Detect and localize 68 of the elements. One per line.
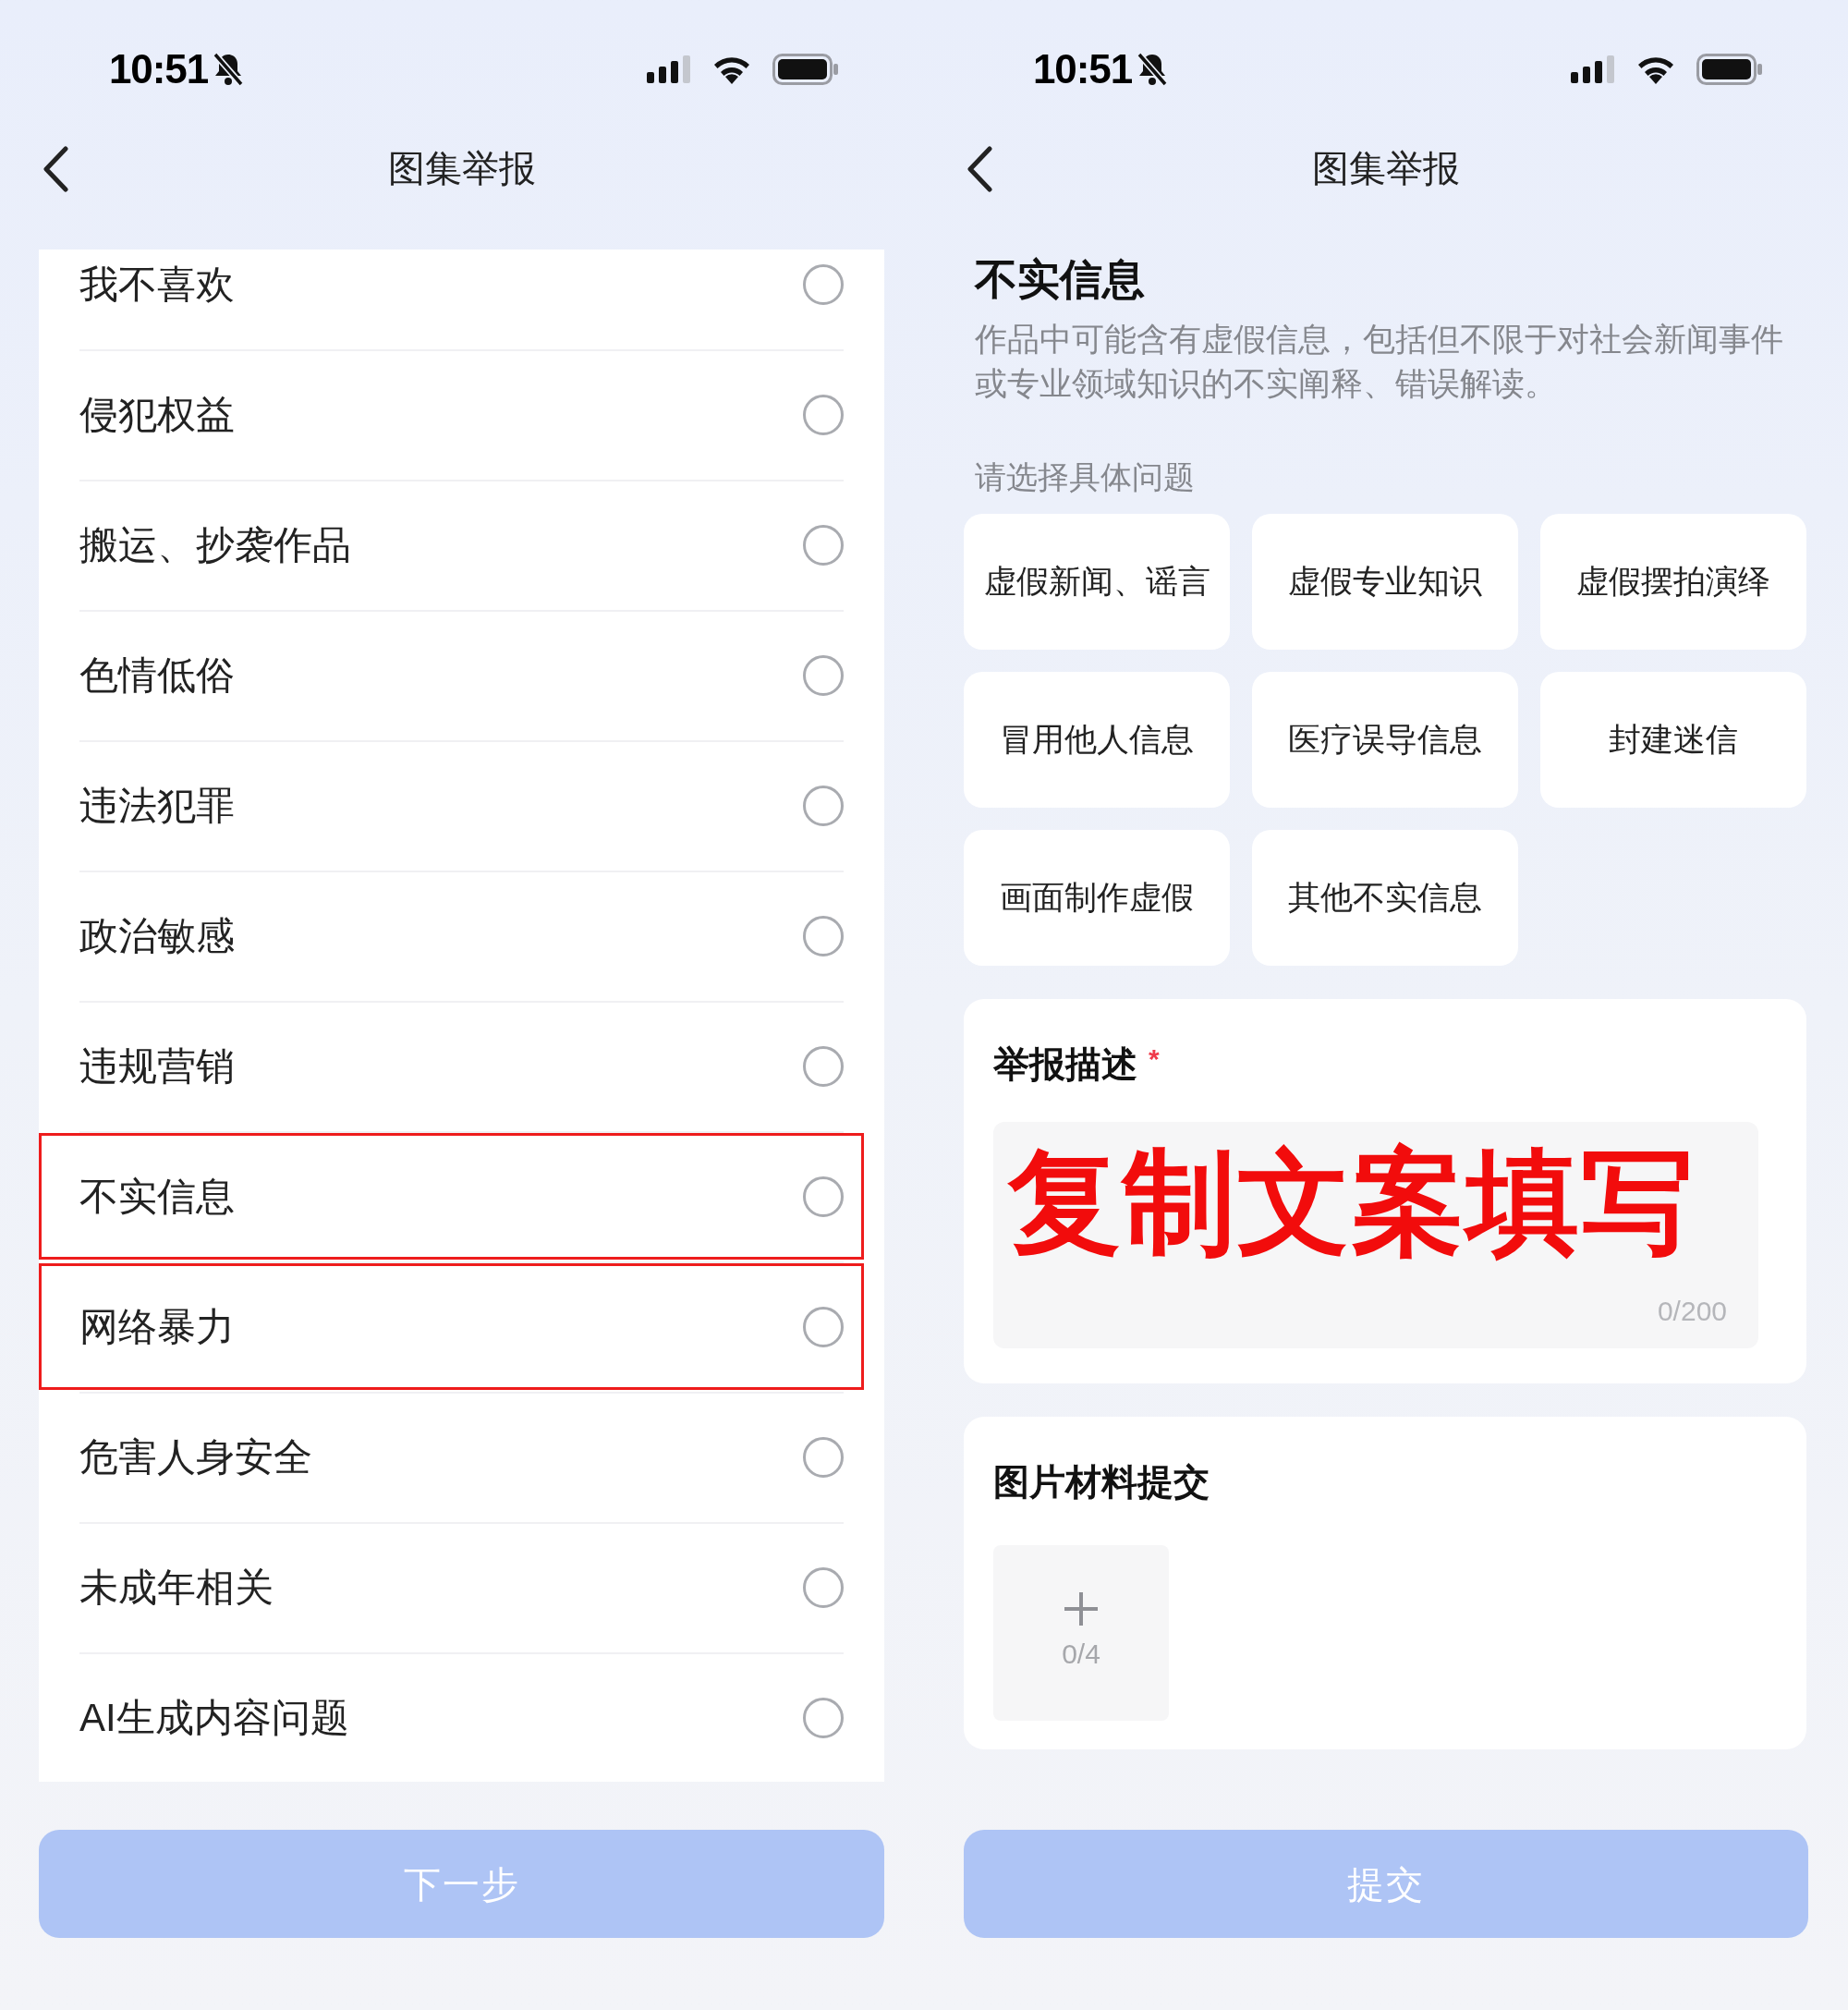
radio-button[interactable] [803, 785, 844, 826]
radio-button[interactable] [803, 394, 844, 435]
page-title: 图集举报 [388, 147, 536, 190]
status-time: 10:51 [109, 45, 209, 93]
issue-chip[interactable]: 冒用他人信息 [964, 672, 1230, 808]
radio-button[interactable] [803, 1045, 844, 1087]
option-label: 网络暴力 [79, 1304, 235, 1350]
reason-option[interactable]: 危害人身安全 [39, 1392, 884, 1522]
battery-icon [772, 54, 839, 85]
option-label: 我不喜欢 [79, 262, 235, 308]
reason-option[interactable]: 网络暴力 [39, 1261, 884, 1392]
radio-button[interactable] [803, 1436, 844, 1478]
issue-chip[interactable]: 医疗误导信息 [1252, 672, 1518, 808]
reason-option[interactable]: 未成年相关 [39, 1522, 884, 1652]
issue-chip[interactable]: 其他不实信息 [1252, 830, 1518, 966]
reason-option[interactable]: 搬运、抄袭作品 [39, 480, 884, 610]
back-icon[interactable] [967, 146, 992, 192]
reason-option[interactable]: 侵犯权益 [39, 349, 884, 480]
issue-chip[interactable]: 虚假新闻、谣言 [964, 514, 1230, 650]
issue-chip[interactable]: 画面制作虚假 [964, 830, 1230, 966]
category-description: 作品中可能含有虚假信息，包括但不限于对社会新闻事件或专业领域知识的不实阐释、错误解读。 [975, 320, 1784, 403]
option-label: 违法犯罪 [79, 783, 235, 829]
issue-chip[interactable]: 虚假专业知识 [1252, 514, 1518, 650]
radio-button[interactable] [803, 1566, 844, 1608]
option-label: 不实信息 [79, 1174, 235, 1220]
reason-option[interactable]: 违法犯罪 [39, 740, 884, 871]
option-label: 政治敏感 [79, 913, 235, 959]
section-label: 请选择具体问题 [975, 458, 1196, 496]
annotation-text: 复制文案填写 [1008, 1141, 1696, 1262]
reason-option[interactable]: 我不喜欢 [39, 250, 884, 349]
option-label: 侵犯权益 [79, 392, 235, 438]
issue-chip[interactable]: 虚假摆拍演绎 [1540, 514, 1806, 650]
reason-option[interactable]: AI生成内容问题 [39, 1652, 884, 1782]
radio-button[interactable] [803, 1176, 844, 1217]
wifi-icon [1635, 55, 1676, 84]
field-label: 图片材料提交 [993, 1461, 1210, 1504]
option-label: 搬运、抄袭作品 [79, 522, 351, 568]
plus-icon [1063, 1590, 1100, 1627]
option-label: 违规营销 [79, 1043, 235, 1090]
radio-button[interactable] [803, 1306, 844, 1347]
muted-bell-icon [212, 52, 246, 87]
radio-button[interactable] [803, 524, 844, 566]
option-label: 危害人身安全 [79, 1434, 312, 1480]
status-time: 10:51 [1033, 45, 1133, 93]
radio-button[interactable] [803, 654, 844, 696]
option-label: 未成年相关 [79, 1565, 274, 1611]
wifi-icon [711, 55, 752, 84]
radio-button[interactable] [803, 1697, 844, 1738]
page-title: 图集举报 [1312, 147, 1460, 190]
character-counter: 0/200 [1657, 1294, 1727, 1328]
reason-option[interactable]: 违规营销 [39, 1001, 884, 1131]
category-title: 不实信息 [975, 254, 1146, 305]
reason-option[interactable]: 不实信息 [39, 1131, 884, 1261]
option-label: AI生成内容问题 [79, 1695, 349, 1741]
option-label: 色情低俗 [79, 652, 235, 699]
reason-option[interactable]: 色情低俗 [39, 610, 884, 740]
signal-icon [1571, 55, 1615, 83]
required-mark: * [1149, 1042, 1160, 1076]
issue-chip[interactable]: 封建迷信 [1540, 672, 1806, 808]
radio-button[interactable] [803, 263, 844, 305]
back-icon[interactable] [43, 146, 68, 192]
signal-icon [647, 55, 691, 83]
radio-button[interactable] [803, 915, 844, 956]
upload-counter: 0/4 [1062, 1638, 1100, 1671]
battery-icon [1696, 54, 1763, 85]
reason-option[interactable]: 政治敏感 [39, 871, 884, 1001]
field-label: 举报描述 [993, 1043, 1137, 1086]
muted-bell-icon [1136, 52, 1170, 87]
